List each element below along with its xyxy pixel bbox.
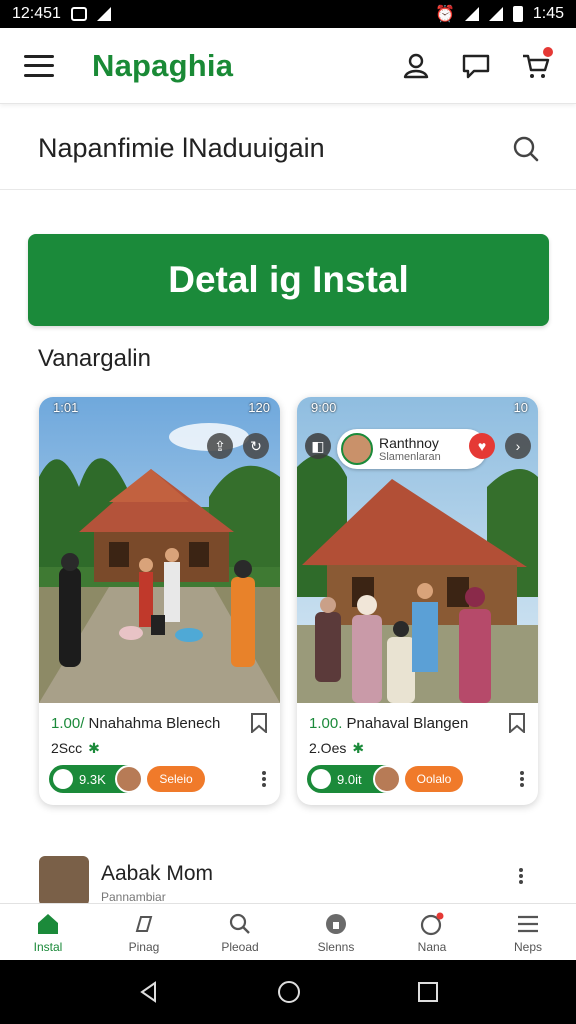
globe-icon: [311, 769, 331, 789]
owner-subtitle: Slamenlaran: [379, 450, 441, 463]
status-bar: 12:451 ⏰ 1:45: [0, 0, 576, 28]
mini-status-battery: 10: [513, 400, 528, 415]
listing-count: 2.Oes: [309, 740, 347, 756]
notification-icon: [420, 912, 444, 936]
signal-icon: [488, 7, 503, 21]
rating-pill[interactable]: 9.3K: [49, 765, 143, 793]
chat-icon[interactable]: [460, 50, 492, 82]
play-notification-icon: [96, 7, 111, 21]
select-button[interactable]: Oolalo: [405, 766, 463, 792]
select-button[interactable]: Seleio: [147, 766, 205, 792]
avatar: [341, 433, 373, 465]
avatar: [115, 765, 143, 793]
nav-label: Slenns: [317, 940, 355, 954]
image-notification-icon: [70, 7, 87, 21]
nav-item-pin[interactable]: Pinag: [96, 904, 192, 961]
rating-pill[interactable]: 9.0it: [307, 765, 401, 793]
owner-name: Ranthnoy: [379, 434, 439, 451]
cart-badge: [543, 46, 553, 57]
nav-label: Neps: [513, 940, 542, 954]
section-title: Vanargalin: [38, 345, 151, 372]
nav-label: Pleoad: [221, 940, 259, 954]
forward-icon[interactable]: ›: [505, 433, 531, 459]
back-icon[interactable]: ◧: [305, 433, 331, 459]
sparkle-icon: ✱: [352, 740, 365, 756]
battery-icon: [512, 6, 523, 22]
owner-chip[interactable]: Ranthnoy Slamenlaran: [337, 429, 487, 469]
listing-title: Nnahahma Blenech: [88, 715, 221, 732]
listing-card[interactable]: 1:01 120 ⇪ ↻ 1.00/ Nnahahma Blenech 2Scc…: [39, 397, 280, 805]
nav-item-lock[interactable]: Slenns: [288, 904, 384, 961]
nav-label: Nana: [417, 940, 447, 954]
listing-price: 1.00/: [51, 715, 85, 732]
bookmark-icon[interactable]: [508, 713, 526, 733]
hamburger-menu-icon[interactable]: [24, 54, 54, 77]
mini-status-time: 9:00: [311, 400, 337, 415]
listing-photo: 9:00 10 ◧ Ranthnoy Slamenlaran ♥ ›: [297, 397, 538, 703]
home-button-icon[interactable]: [276, 979, 302, 1005]
post-subtitle: Pannambiar: [101, 890, 166, 904]
lock-icon: [326, 914, 346, 934]
bottom-navigation: Instal Pinag Pleoad Slenns Nana Neps: [0, 903, 576, 961]
status-time: 12:451: [12, 5, 61, 22]
brand-title: Napaghia: [92, 47, 234, 83]
wifi-icon: [464, 7, 479, 21]
nav-item-notifications[interactable]: Nana: [384, 904, 480, 961]
heart-icon[interactable]: ♥: [469, 433, 495, 459]
listing-title: Pnahaval Blangen: [346, 715, 469, 732]
nav-label: Pinag: [128, 940, 160, 954]
cart-icon[interactable]: [520, 46, 553, 82]
mini-status-battery: 120: [248, 400, 270, 415]
listing-count: 2Scc: [51, 740, 83, 756]
avatar: [373, 765, 401, 793]
nav-item-search[interactable]: Pleoad: [192, 904, 288, 961]
post-author: Aabak Mom: [101, 862, 214, 885]
rating-label: 9.0it: [337, 771, 362, 787]
search-bar[interactable]: Napanfimie lNaduuigain: [0, 108, 576, 190]
feed-post[interactable]: Aabak Mom Pannambiar: [39, 856, 539, 906]
listing-card[interactable]: 9:00 10 ◧ Ranthnoy Slamenlaran ♥ › 1.00.…: [297, 397, 538, 805]
nav-item-menu[interactable]: Neps: [480, 904, 576, 961]
rating-label: 9.3K: [79, 771, 106, 787]
search-icon: [229, 913, 250, 934]
primary-action-button[interactable]: Detal ig Instal: [28, 234, 549, 326]
mini-status-time: 1:01: [53, 400, 79, 415]
more-options-icon[interactable]: [519, 868, 523, 884]
nav-item-home[interactable]: Instal: [0, 904, 96, 961]
app-bar: Napaghia: [0, 28, 576, 104]
status-right-time: 1:45: [532, 5, 564, 22]
refresh-icon[interactable]: ↻: [243, 433, 269, 459]
more-options-icon[interactable]: [262, 771, 266, 787]
listing-price: 1.00.: [309, 715, 343, 732]
system-navigation-bar: [0, 960, 576, 1024]
avatar: [39, 856, 89, 906]
recents-icon[interactable]: [417, 981, 439, 1003]
share-icon[interactable]: ⇪: [207, 433, 233, 459]
back-icon[interactable]: [137, 980, 161, 1004]
bookmark-icon[interactable]: [250, 713, 268, 733]
nav-label: Instal: [33, 940, 63, 954]
account-icon[interactable]: [400, 50, 432, 82]
sparkle-icon: ✱: [88, 740, 100, 756]
home-icon: [38, 914, 58, 934]
pin-icon: [135, 916, 153, 932]
listing-photo: 1:01 120 ⇪ ↻: [39, 397, 280, 703]
search-input[interactable]: Napanfimie lNaduuigain: [38, 133, 325, 164]
search-icon[interactable]: [512, 135, 540, 163]
more-options-icon[interactable]: [520, 771, 524, 787]
menu-icon: [518, 915, 538, 933]
alarm-icon: ⏰: [434, 6, 455, 23]
globe-icon: [53, 769, 73, 789]
